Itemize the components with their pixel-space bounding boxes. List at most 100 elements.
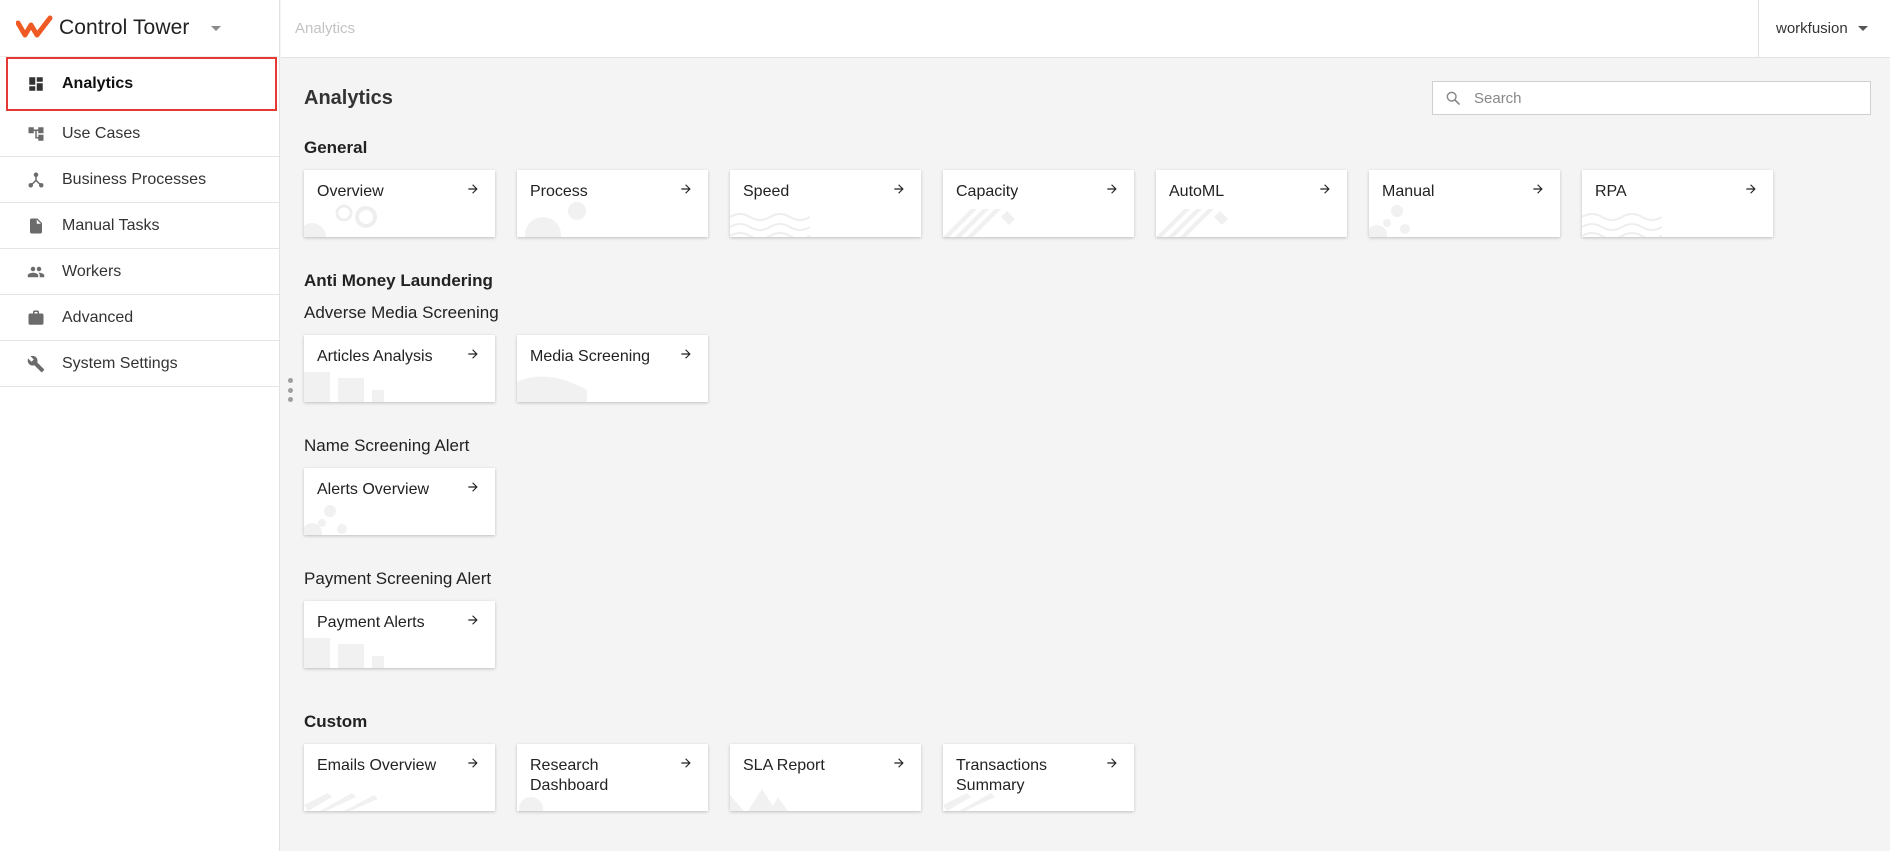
card-label: Speed <box>743 183 790 200</box>
sidebar-item-system-settings[interactable]: System Settings <box>0 341 279 387</box>
card-decoration <box>519 797 543 811</box>
arrow-right-icon <box>681 349 691 359</box>
group-title-adverse-media: Adverse Media Screening <box>304 303 499 322</box>
card-research-dashboard[interactable]: Research Dashboard <box>517 744 708 811</box>
handle-dot <box>287 387 293 393</box>
card-manual[interactable]: Manual <box>1369 170 1560 237</box>
people-icon <box>27 263 45 281</box>
card-decoration <box>304 505 347 535</box>
card-label: Process <box>530 183 588 200</box>
card-label: Capacity <box>956 183 1019 200</box>
card-automl[interactable]: AutoML <box>1156 170 1347 237</box>
card-process[interactable]: Process <box>517 170 708 237</box>
sidebar: Control Tower Analytics Use Cases Busine… <box>0 0 280 851</box>
card-label: Overview <box>317 183 384 200</box>
sidebar-item-workers[interactable]: Workers <box>0 249 279 295</box>
custom-cards: Emails Overview Research Dashboard SLA R… <box>304 744 1134 811</box>
card-rpa[interactable]: RPA <box>1582 170 1773 237</box>
card-label: Alerts Overview <box>317 481 430 498</box>
card-label: Emails Overview <box>317 757 437 774</box>
card-label: Manual <box>1382 183 1435 200</box>
adverse-media-cards: Articles Analysis Media Screening <box>304 335 708 402</box>
top-bar: Analytics workfusion <box>281 0 1890 58</box>
sidebar-resize-handle[interactable] <box>287 378 293 402</box>
arrow-right-icon <box>894 758 904 768</box>
document-icon <box>27 217 45 235</box>
arrow-right-icon <box>681 184 691 194</box>
card-articles-analysis[interactable]: Articles Analysis <box>304 335 495 402</box>
general-cards: Overview Process Speed Capacity AutoML M… <box>304 170 1773 237</box>
sidebar-item-label: Advanced <box>62 308 134 326</box>
arrow-right-icon <box>468 758 478 768</box>
handle-dot <box>287 397 293 402</box>
card-overview[interactable]: Overview <box>304 170 495 237</box>
user-menu[interactable]: workfusion <box>1758 0 1890 57</box>
sidebar-item-manual-tasks[interactable]: Manual Tasks <box>0 203 279 249</box>
sidebar-nav: Analytics Use Cases Business Processes M… <box>0 57 279 387</box>
arrow-right-icon <box>1533 184 1543 194</box>
card-decoration <box>943 209 1015 237</box>
sidebar-item-label: Use Cases <box>62 124 141 142</box>
user-menu-caret-icon <box>1857 26 1868 31</box>
sidebar-item-advanced[interactable]: Advanced <box>0 295 279 341</box>
card-decoration <box>730 213 810 237</box>
section-title-aml: Anti Money Laundering <box>304 271 493 290</box>
name-screening-cards: Alerts Overview <box>304 468 495 535</box>
search-icon <box>1446 91 1460 105</box>
search-box[interactable] <box>1432 81 1871 115</box>
card-label: AutoML <box>1169 183 1225 200</box>
arrow-right-icon <box>1320 184 1330 194</box>
dashboard-icon <box>27 75 45 93</box>
arrow-right-icon <box>1746 184 1756 194</box>
sidebar-item-label: Analytics <box>62 75 134 92</box>
card-emails-overview[interactable]: Emails Overview <box>304 744 495 811</box>
card-capacity[interactable]: Capacity <box>943 170 1134 237</box>
card-payment-alerts[interactable]: Payment Alerts <box>304 601 495 668</box>
card-decoration <box>1582 213 1662 237</box>
arrow-right-icon <box>468 184 478 194</box>
handle-dot <box>287 378 293 383</box>
app-switcher-caret-icon[interactable] <box>211 25 222 31</box>
tree-icon <box>27 125 45 143</box>
card-transactions-summary[interactable]: Transactions Summary <box>943 744 1134 811</box>
card-label: Media Screening <box>530 348 651 365</box>
briefcase-icon <box>27 309 45 327</box>
workfusion-logo-icon[interactable] <box>16 15 54 41</box>
sidebar-item-analytics[interactable]: Analytics <box>6 57 277 111</box>
process-icon <box>27 171 45 189</box>
card-alerts-overview[interactable]: Alerts Overview <box>304 468 495 535</box>
sidebar-item-label: Manual Tasks <box>62 216 160 234</box>
card-label: SLA Report <box>743 757 825 774</box>
arrow-right-icon <box>681 758 691 768</box>
username: workfusion <box>1776 20 1848 37</box>
search-input[interactable] <box>1474 89 1854 107</box>
card-label: RPA <box>1595 183 1627 200</box>
breadcrumb[interactable]: Analytics <box>295 20 355 37</box>
app-title: Control Tower <box>59 16 190 39</box>
card-decoration <box>304 204 377 237</box>
group-title-payment-screening: Payment Screening Alert <box>304 569 492 588</box>
sidebar-item-label: Business Processes <box>62 170 207 188</box>
brand-header: Control Tower <box>0 0 279 57</box>
card-decoration <box>525 202 586 237</box>
group-title-name-screening: Name Screening Alert <box>304 436 470 455</box>
arrow-right-icon <box>1107 758 1117 768</box>
card-decoration <box>1369 205 1410 237</box>
card-speed[interactable]: Speed <box>730 170 921 237</box>
arrow-right-icon <box>1107 184 1117 194</box>
card-sla-report[interactable]: SLA Report <box>730 744 921 811</box>
card-media-screening[interactable]: Media Screening <box>517 335 708 402</box>
arrow-right-icon <box>894 184 904 194</box>
card-decoration <box>304 793 378 811</box>
card-decoration <box>943 793 995 811</box>
card-label: Articles Analysis <box>317 348 433 365</box>
sidebar-item-use-cases[interactable]: Use Cases <box>0 111 279 157</box>
sidebar-item-business-processes[interactable]: Business Processes <box>0 157 279 203</box>
wrench-icon <box>27 355 45 373</box>
section-title-custom: Custom <box>304 712 368 731</box>
sidebar-item-label: System Settings <box>62 354 178 372</box>
card-decoration <box>517 376 587 402</box>
card-decoration <box>304 638 384 668</box>
card-decoration <box>304 372 384 402</box>
sidebar-item-label: Workers <box>62 262 122 280</box>
